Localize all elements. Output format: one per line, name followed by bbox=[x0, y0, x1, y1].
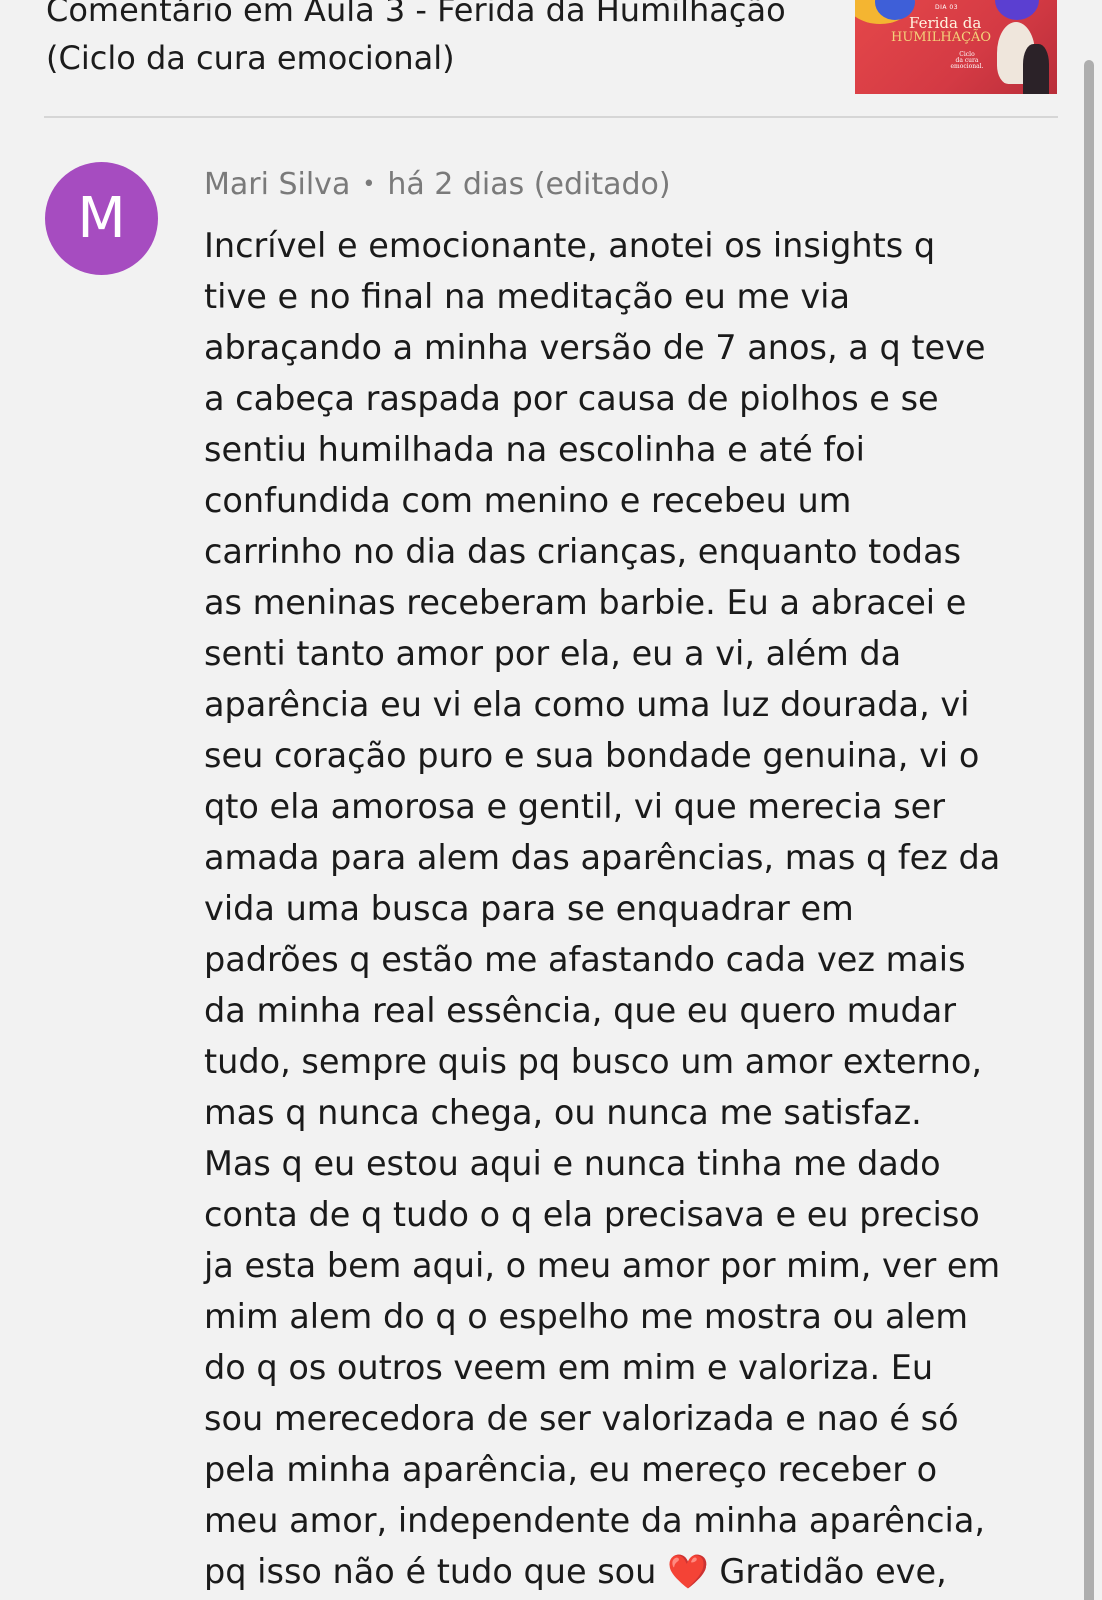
comment-line: mas q nunca chega, ou nunca me satisfaz. bbox=[204, 1093, 922, 1132]
author-name[interactable]: Mari Silva bbox=[204, 167, 350, 202]
comment-meta: Mari Silva • há 2 dias (editado) bbox=[204, 162, 671, 208]
comment-line: seu coração puro e sua bondade genuina, … bbox=[204, 736, 980, 775]
thumbnail-figure-dark bbox=[1023, 44, 1049, 94]
lesson-title[interactable]: Comentário em Aula 3 - Ferida da Humilha… bbox=[46, 0, 836, 82]
thumbnail-sub-3: emocional. bbox=[950, 63, 984, 70]
comment-timestamp: há 2 dias (editado) bbox=[387, 167, 671, 202]
comment-line: do q os outros veem em mim e valoriza. E… bbox=[204, 1348, 934, 1387]
comment-line: sou merecedora de ser valorizada e nao é… bbox=[204, 1399, 959, 1438]
comment-page: Comentário em Aula 3 - Ferida da Humilha… bbox=[0, 0, 1102, 1600]
scrollbar[interactable] bbox=[1084, 60, 1094, 1600]
comment-line: sentiu humilhada na escolinha e até foi bbox=[204, 430, 865, 469]
lesson-thumbnail[interactable]: DIA 03 Ferida da HUMILHAÇÃO Ciclo da cur… bbox=[855, 0, 1057, 94]
comment-line: qto ela amorosa e gentil, vi que merecia… bbox=[204, 787, 946, 826]
comment-line: da minha real essência, que eu quero mud… bbox=[204, 991, 957, 1030]
comment-line: as meninas receberam barbie. Eu a abrace… bbox=[204, 583, 967, 622]
thumbnail-title-2: HUMILHAÇÃO bbox=[891, 30, 992, 45]
comment-line: meu amor, independente da minha aparênci… bbox=[204, 1501, 986, 1540]
comment-line: padrões q estão me afastando cada vez ma… bbox=[204, 940, 966, 979]
comment-line: Incrível e emocionante, anotei os insigh… bbox=[204, 226, 936, 265]
comment-line: vida uma busca para se enquadrar em bbox=[204, 889, 854, 928]
comment-line: tudo, sempre quis pq busco um amor exter… bbox=[204, 1042, 983, 1081]
comment-line: pela minha aparência, eu mereço receber … bbox=[204, 1450, 938, 1489]
last-line-text-before: pq isso não é tudo que sou bbox=[204, 1552, 668, 1591]
avatar[interactable]: M bbox=[45, 162, 158, 275]
comment-line: tive e no final na meditação eu me via bbox=[204, 277, 851, 316]
thumbnail-day-label: DIA 03 bbox=[935, 4, 959, 11]
header-divider bbox=[44, 116, 1058, 118]
comment-line: ja esta bem aqui, o meu amor por mim, ve… bbox=[204, 1246, 1001, 1285]
comment-line: conta de q tudo o q ela precisava e eu p… bbox=[204, 1195, 980, 1234]
lesson-title-line-1[interactable]: Comentário em Aula 3 - Ferida da Humilha… bbox=[46, 0, 836, 34]
heart-icon: ❤️ bbox=[667, 1552, 709, 1591]
comment-line: carrinho no dia das crianças, enquanto t… bbox=[204, 532, 962, 571]
lesson-title-line-2[interactable]: (Ciclo da cura emocional) bbox=[46, 34, 836, 82]
comment-body: Incrível e emocionante, anotei os insigh… bbox=[204, 220, 1064, 1597]
comment-line: amada para alem das aparências, mas q fe… bbox=[204, 838, 1001, 877]
thumbnail-subtitle: Ciclo da cura emocional. bbox=[947, 52, 987, 70]
comment-line: abraçando a minha versão de 7 anos, a q … bbox=[204, 328, 986, 367]
comment-line: a cabeça raspada por causa de piolhos e … bbox=[204, 379, 939, 418]
comment-line: Mas q eu estou aqui e nunca tinha me dad… bbox=[204, 1144, 941, 1183]
comment-line: mim alem do q o espelho me mostra ou ale… bbox=[204, 1297, 969, 1336]
comment-line: aparência eu vi ela como uma luz dourada… bbox=[204, 685, 970, 724]
thumbnail-purple-shape bbox=[995, 0, 1039, 20]
meta-separator: • bbox=[362, 172, 376, 197]
comment-line: senti tanto amor por ela, eu a vi, além … bbox=[204, 634, 902, 673]
comment-last-line: pq isso não é tudo que sou ❤️ Gratidão e… bbox=[204, 1546, 1064, 1597]
last-line-text-after: Gratidão eve, bbox=[708, 1552, 947, 1591]
comment-line: confundida com menino e recebeu um bbox=[204, 481, 852, 520]
